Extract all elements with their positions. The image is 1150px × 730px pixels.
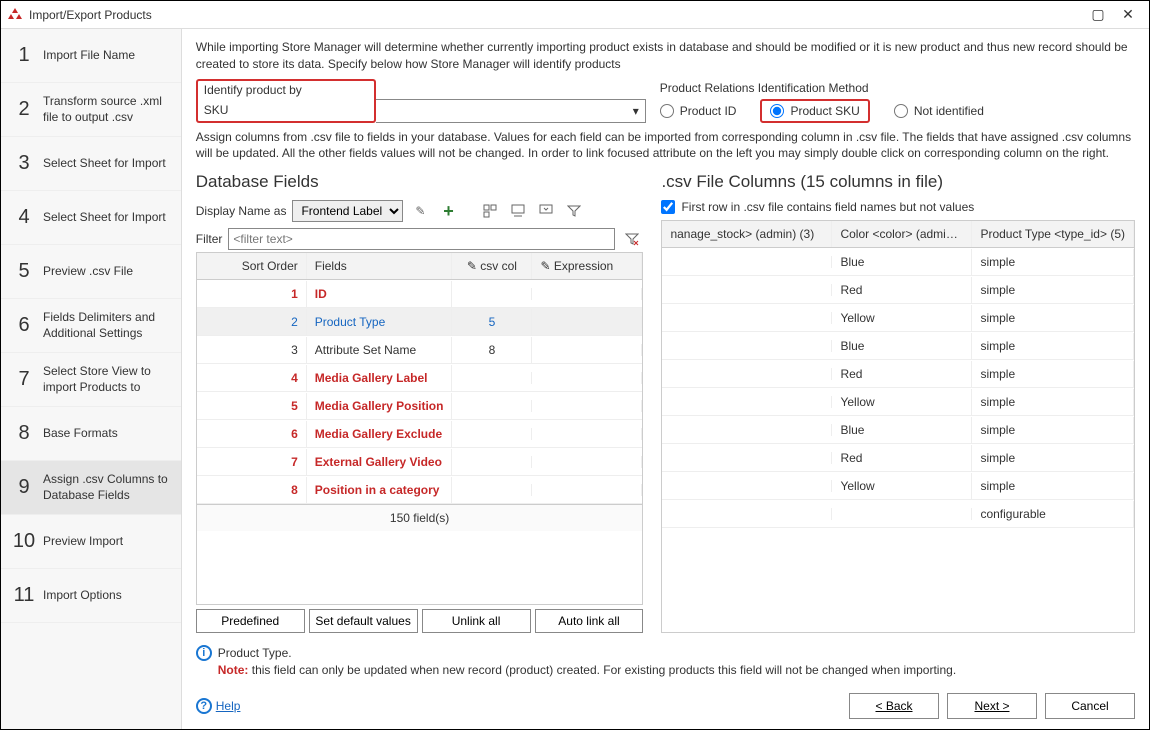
db-panel-title: Database Fields — [196, 172, 644, 192]
clear-filter-icon[interactable] — [621, 228, 643, 250]
wizard-step-8[interactable]: 8Base Formats — [1, 407, 181, 461]
col-color[interactable]: Color <color> (admin) (4) — [832, 221, 972, 247]
csv-row[interactable]: Yellowsimple — [662, 388, 1134, 416]
wizard-step-2[interactable]: 2Transform source .xml file to output .c… — [1, 83, 181, 137]
predefined-button[interactable]: Predefined — [196, 609, 305, 633]
csv-row[interactable]: Redsimple — [662, 276, 1134, 304]
help-icon: ? — [196, 698, 212, 714]
csv-row[interactable]: Yellowsimple — [662, 472, 1134, 500]
help-link[interactable]: ? Help — [196, 698, 241, 714]
wizard-step-4[interactable]: 4Select Sheet for Import — [1, 191, 181, 245]
csv-row[interactable]: Redsimple — [662, 444, 1134, 472]
wizard-step-1[interactable]: 1Import File Name — [1, 29, 181, 83]
filter-input[interactable] — [228, 228, 615, 250]
identify-product-block: Identify product by SKU ▾ — [196, 79, 646, 123]
db-field-row[interactable]: 6Media Gallery Exclude — [197, 420, 643, 448]
next-button[interactable]: Next > — [947, 693, 1037, 719]
radio-product-sku[interactable]: Product SKU — [760, 99, 869, 123]
edit-icon[interactable]: ✎ — [409, 200, 431, 222]
note-prefix: Note: — [218, 663, 249, 677]
csv-row[interactable]: Bluesimple — [662, 248, 1134, 276]
csv-grid[interactable]: nanage_stock> (admin) (3) Color <color> … — [661, 220, 1135, 633]
col-manage-stock[interactable]: nanage_stock> (admin) (3) — [662, 221, 832, 247]
relations-block: Product Relations Identification Method … — [660, 79, 1135, 123]
app-icon — [7, 7, 23, 23]
dropdown-icon: ▾ — [633, 104, 639, 118]
csv-columns-panel: .csv File Columns (15 columns in file) F… — [661, 172, 1135, 633]
close-button[interactable]: ✕ — [1113, 6, 1143, 23]
db-field-row[interactable]: 5Media Gallery Position — [197, 392, 643, 420]
note-title: Product Type. — [218, 646, 292, 660]
wizard-step-11[interactable]: 11Import Options — [1, 569, 181, 623]
csv-row[interactable]: configurable — [662, 500, 1134, 528]
db-fields-grid[interactable]: Sort Order Fields ✎ csv col ✎ Expression… — [196, 252, 644, 605]
unlink-all-button[interactable]: Unlink all — [422, 609, 531, 633]
display-name-label: Display Name as — [196, 204, 287, 218]
col-csv[interactable]: ✎ csv col — [452, 253, 532, 279]
assign-help-text: Assign columns from .csv file to fields … — [196, 129, 1135, 163]
add-icon[interactable]: + — [437, 200, 459, 222]
set-defaults-button[interactable]: Set default values — [309, 609, 418, 633]
csv-row[interactable]: Yellowsimple — [662, 304, 1134, 332]
col-product-type[interactable]: Product Type <type_id> (5) — [972, 221, 1134, 247]
relations-label: Product Relations Identification Method — [660, 79, 1135, 97]
intro-text: While importing Store Manager will deter… — [196, 39, 1135, 73]
csv-row[interactable]: Bluesimple — [662, 332, 1134, 360]
wizard-step-9[interactable]: 9Assign .csv Columns to Database Fields — [1, 461, 181, 515]
radio-product-id[interactable]: Product ID — [660, 104, 737, 118]
info-icon: i — [196, 645, 212, 661]
db-field-row[interactable]: 8Position in a category — [197, 476, 643, 504]
wizard-step-10[interactable]: 10Preview Import — [1, 515, 181, 569]
identify-label: Identify product by — [196, 79, 376, 99]
db-field-row[interactable]: 4Media Gallery Label — [197, 364, 643, 392]
tool-icon-2[interactable] — [507, 200, 529, 222]
back-button[interactable]: < Back — [849, 693, 939, 719]
wizard-step-6[interactable]: 6Fields Delimiters and Additional Settin… — [1, 299, 181, 353]
db-grid-footer: 150 field(s) — [197, 504, 643, 531]
col-expression[interactable]: ✎ Expression — [532, 253, 642, 279]
col-sort-order[interactable]: Sort Order — [197, 253, 307, 279]
database-fields-panel: Database Fields Display Name as Frontend… — [196, 172, 644, 633]
csv-row[interactable]: Redsimple — [662, 360, 1134, 388]
radio-not-identified[interactable]: Not identified — [894, 104, 984, 118]
csv-row[interactable]: Bluesimple — [662, 416, 1134, 444]
col-fields[interactable]: Fields — [307, 253, 453, 279]
maximize-button[interactable]: ▢ — [1083, 6, 1113, 23]
cancel-button[interactable]: Cancel — [1045, 693, 1135, 719]
note-area: i Product Type. Note: this field can onl… — [196, 645, 1135, 679]
db-field-row[interactable]: 2Product Type5 — [197, 308, 643, 336]
tool-icon-1[interactable] — [479, 200, 501, 222]
wizard-steps-sidebar: 1Import File Name2Transform source .xml … — [1, 29, 182, 729]
wizard-step-7[interactable]: 7Select Store View to import Products to — [1, 353, 181, 407]
first-row-checkbox[interactable]: First row in .csv file contains field na… — [661, 200, 1135, 214]
filter-label: Filter — [196, 232, 223, 246]
wizard-step-5[interactable]: 5Preview .csv File — [1, 245, 181, 299]
db-field-row[interactable]: 7External Gallery Video — [197, 448, 643, 476]
tool-icon-3[interactable] — [535, 200, 557, 222]
main-panel: While importing Store Manager will deter… — [182, 29, 1149, 729]
autolink-all-button[interactable]: Auto link all — [535, 609, 644, 633]
window-title: Import/Export Products — [29, 8, 1083, 22]
wizard-step-3[interactable]: 3Select Sheet for Import — [1, 137, 181, 191]
db-field-row[interactable]: 1ID — [197, 280, 643, 308]
display-name-select[interactable]: Frontend Label — [292, 200, 403, 222]
note-text: this field can only be updated when new … — [248, 663, 956, 677]
filter-icon[interactable] — [563, 200, 585, 222]
db-field-row[interactable]: 3Attribute Set Name8 — [197, 336, 643, 364]
identify-select[interactable]: SKU ▾ — [196, 99, 646, 123]
csv-panel-title: .csv File Columns (15 columns in file) — [661, 172, 1135, 192]
titlebar: Import/Export Products ▢ ✕ — [1, 1, 1149, 29]
